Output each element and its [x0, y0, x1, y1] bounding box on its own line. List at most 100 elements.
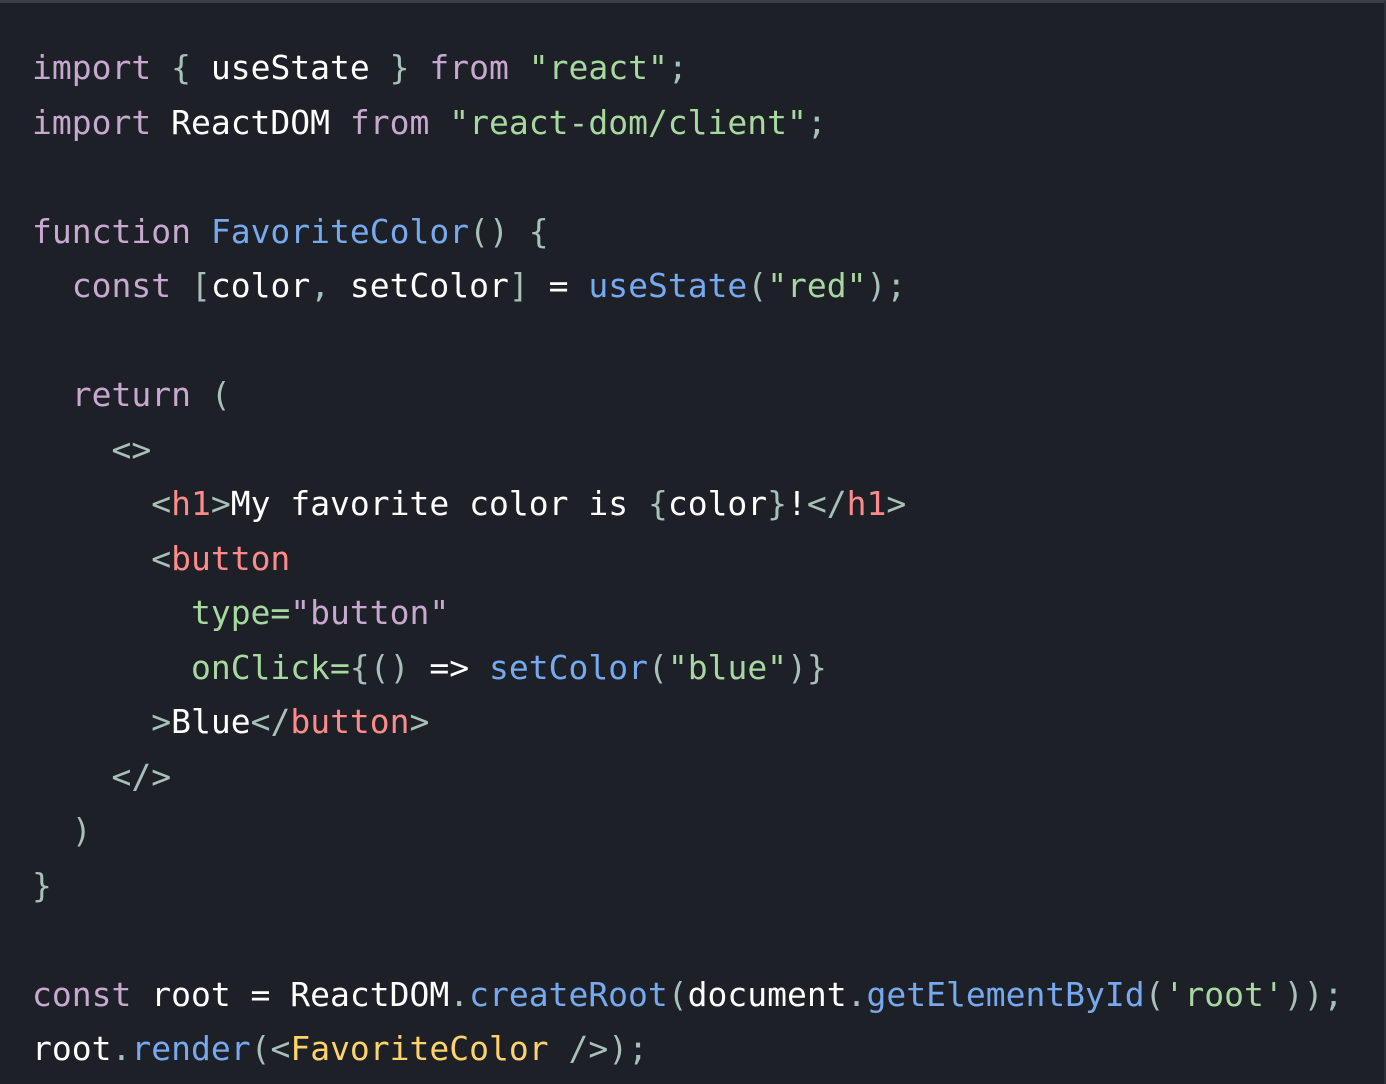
code-token-function: render: [131, 1029, 251, 1068]
code-token-punct: }: [389, 48, 410, 87]
code-token-punct: ;: [667, 48, 688, 87]
code-token-punct: ): [71, 811, 92, 850]
code-token-keyword: import: [32, 48, 152, 87]
code-line: <button: [32, 532, 1343, 587]
code-token-string: type=: [190, 593, 291, 632]
code-token-punct: <: [151, 538, 172, 578]
code-token-plain: root: [32, 1029, 112, 1068]
code-token-tag: h1: [171, 484, 211, 523]
code-token-string: onClick=: [190, 647, 350, 687]
code-line: ): [32, 804, 1343, 859]
code-token-punct: ,: [310, 266, 331, 305]
code-token-keyword: from: [429, 48, 509, 87]
code-block[interactable]: import { useState } from "react"; import …: [32, 41, 1343, 1077]
code-token-punct: ;: [806, 102, 827, 142]
code-token-plain: =: [528, 266, 589, 305]
code-token-string: 'root': [1164, 974, 1284, 1014]
code-token-keyword: from: [349, 102, 430, 142]
code-token-component: FavoriteColor: [290, 1029, 549, 1068]
code-token-punct: (: [1144, 974, 1165, 1014]
code-token-keyword: const: [71, 266, 172, 305]
code-line: <>: [32, 423, 1343, 478]
code-token-punct: ]: [508, 266, 529, 305]
code-token-punct: );: [866, 266, 907, 305]
code-token-punct: <>: [111, 429, 152, 469]
code-token-punct: }: [767, 484, 788, 523]
code-token-punct: >: [886, 484, 907, 523]
code-token-punct: (: [747, 266, 768, 305]
code-token-punct: {: [349, 647, 370, 687]
code-token-function: createRoot: [469, 974, 668, 1014]
code-line: function FavoriteColor() {: [32, 205, 1343, 260]
code-token-plain: setColor: [330, 266, 509, 305]
code-token-plain: My favorite color is: [230, 484, 648, 523]
code-token-function: getElementById: [866, 974, 1145, 1014]
code-token-string: "react": [528, 48, 668, 87]
code-line: </>: [32, 750, 1343, 805]
code-token-plain: useState: [190, 48, 390, 87]
code-token-punct: (): [369, 647, 410, 687]
code-token-plain: document: [687, 974, 847, 1014]
code-token-tag: h1: [846, 484, 887, 523]
code-token-keyword: const: [32, 974, 132, 1014]
code-token-punct: .: [846, 974, 867, 1014]
code-token-punct: {: [647, 484, 668, 523]
code-token-plain: Blue: [171, 702, 251, 741]
code-token-function: useState: [588, 266, 748, 305]
code-token-function: setColor: [489, 647, 648, 687]
code-token-punct: {: [171, 48, 191, 87]
code-token-punct: (): [469, 211, 509, 251]
code-token-punct: );: [608, 1029, 648, 1068]
code-line: type="button": [32, 586, 1343, 641]
code-token-plain: color: [667, 484, 768, 523]
code-token-punct: >: [151, 702, 172, 741]
code-line: import { useState } from "react";: [32, 41, 1343, 96]
code-token-punct: .: [449, 974, 470, 1014]
code-token-keyword: import: [32, 102, 152, 142]
code-editor[interactable]: import { useState } from "react"; import …: [0, 0, 1386, 1084]
code-line: >Blue</button>: [32, 695, 1343, 750]
code-token-plain: root = ReactDOM: [131, 974, 450, 1014]
code-line: const root = ReactDOM.createRoot(documen…: [32, 968, 1343, 1023]
code-token-keyword: function: [32, 211, 191, 251]
code-token-punct: {: [528, 211, 549, 251]
code-token-plain: !: [787, 484, 807, 523]
code-token-plain: =>: [409, 647, 490, 687]
code-token-punct: />: [548, 1029, 609, 1068]
code-line: }: [32, 859, 1343, 914]
code-token-punct: ));: [1283, 974, 1344, 1014]
code-token-punct: >: [409, 702, 430, 741]
code-token-punct: (<: [250, 1029, 291, 1068]
code-token-punct: )}: [787, 647, 827, 687]
code-token-punct: </: [250, 702, 291, 741]
code-line: onClick={() => setColor("blue")}: [32, 641, 1343, 696]
code-token-string: "blue": [667, 647, 788, 687]
code-token-punct: </: [806, 484, 847, 523]
code-line: import ReactDOM from "react-dom/client";: [32, 96, 1343, 151]
code-token-punct: .: [111, 1029, 132, 1068]
code-token-function: FavoriteColor: [210, 211, 470, 251]
code-token-punct: (: [210, 375, 231, 414]
code-token-punct: (: [667, 974, 688, 1014]
code-line: const [color, setColor] = useState("red"…: [32, 259, 1343, 314]
code-line: root.render(<FavoriteColor />);: [32, 1022, 1343, 1077]
code-token-punct: </>: [111, 756, 172, 796]
code-token-punct: >: [210, 484, 231, 523]
